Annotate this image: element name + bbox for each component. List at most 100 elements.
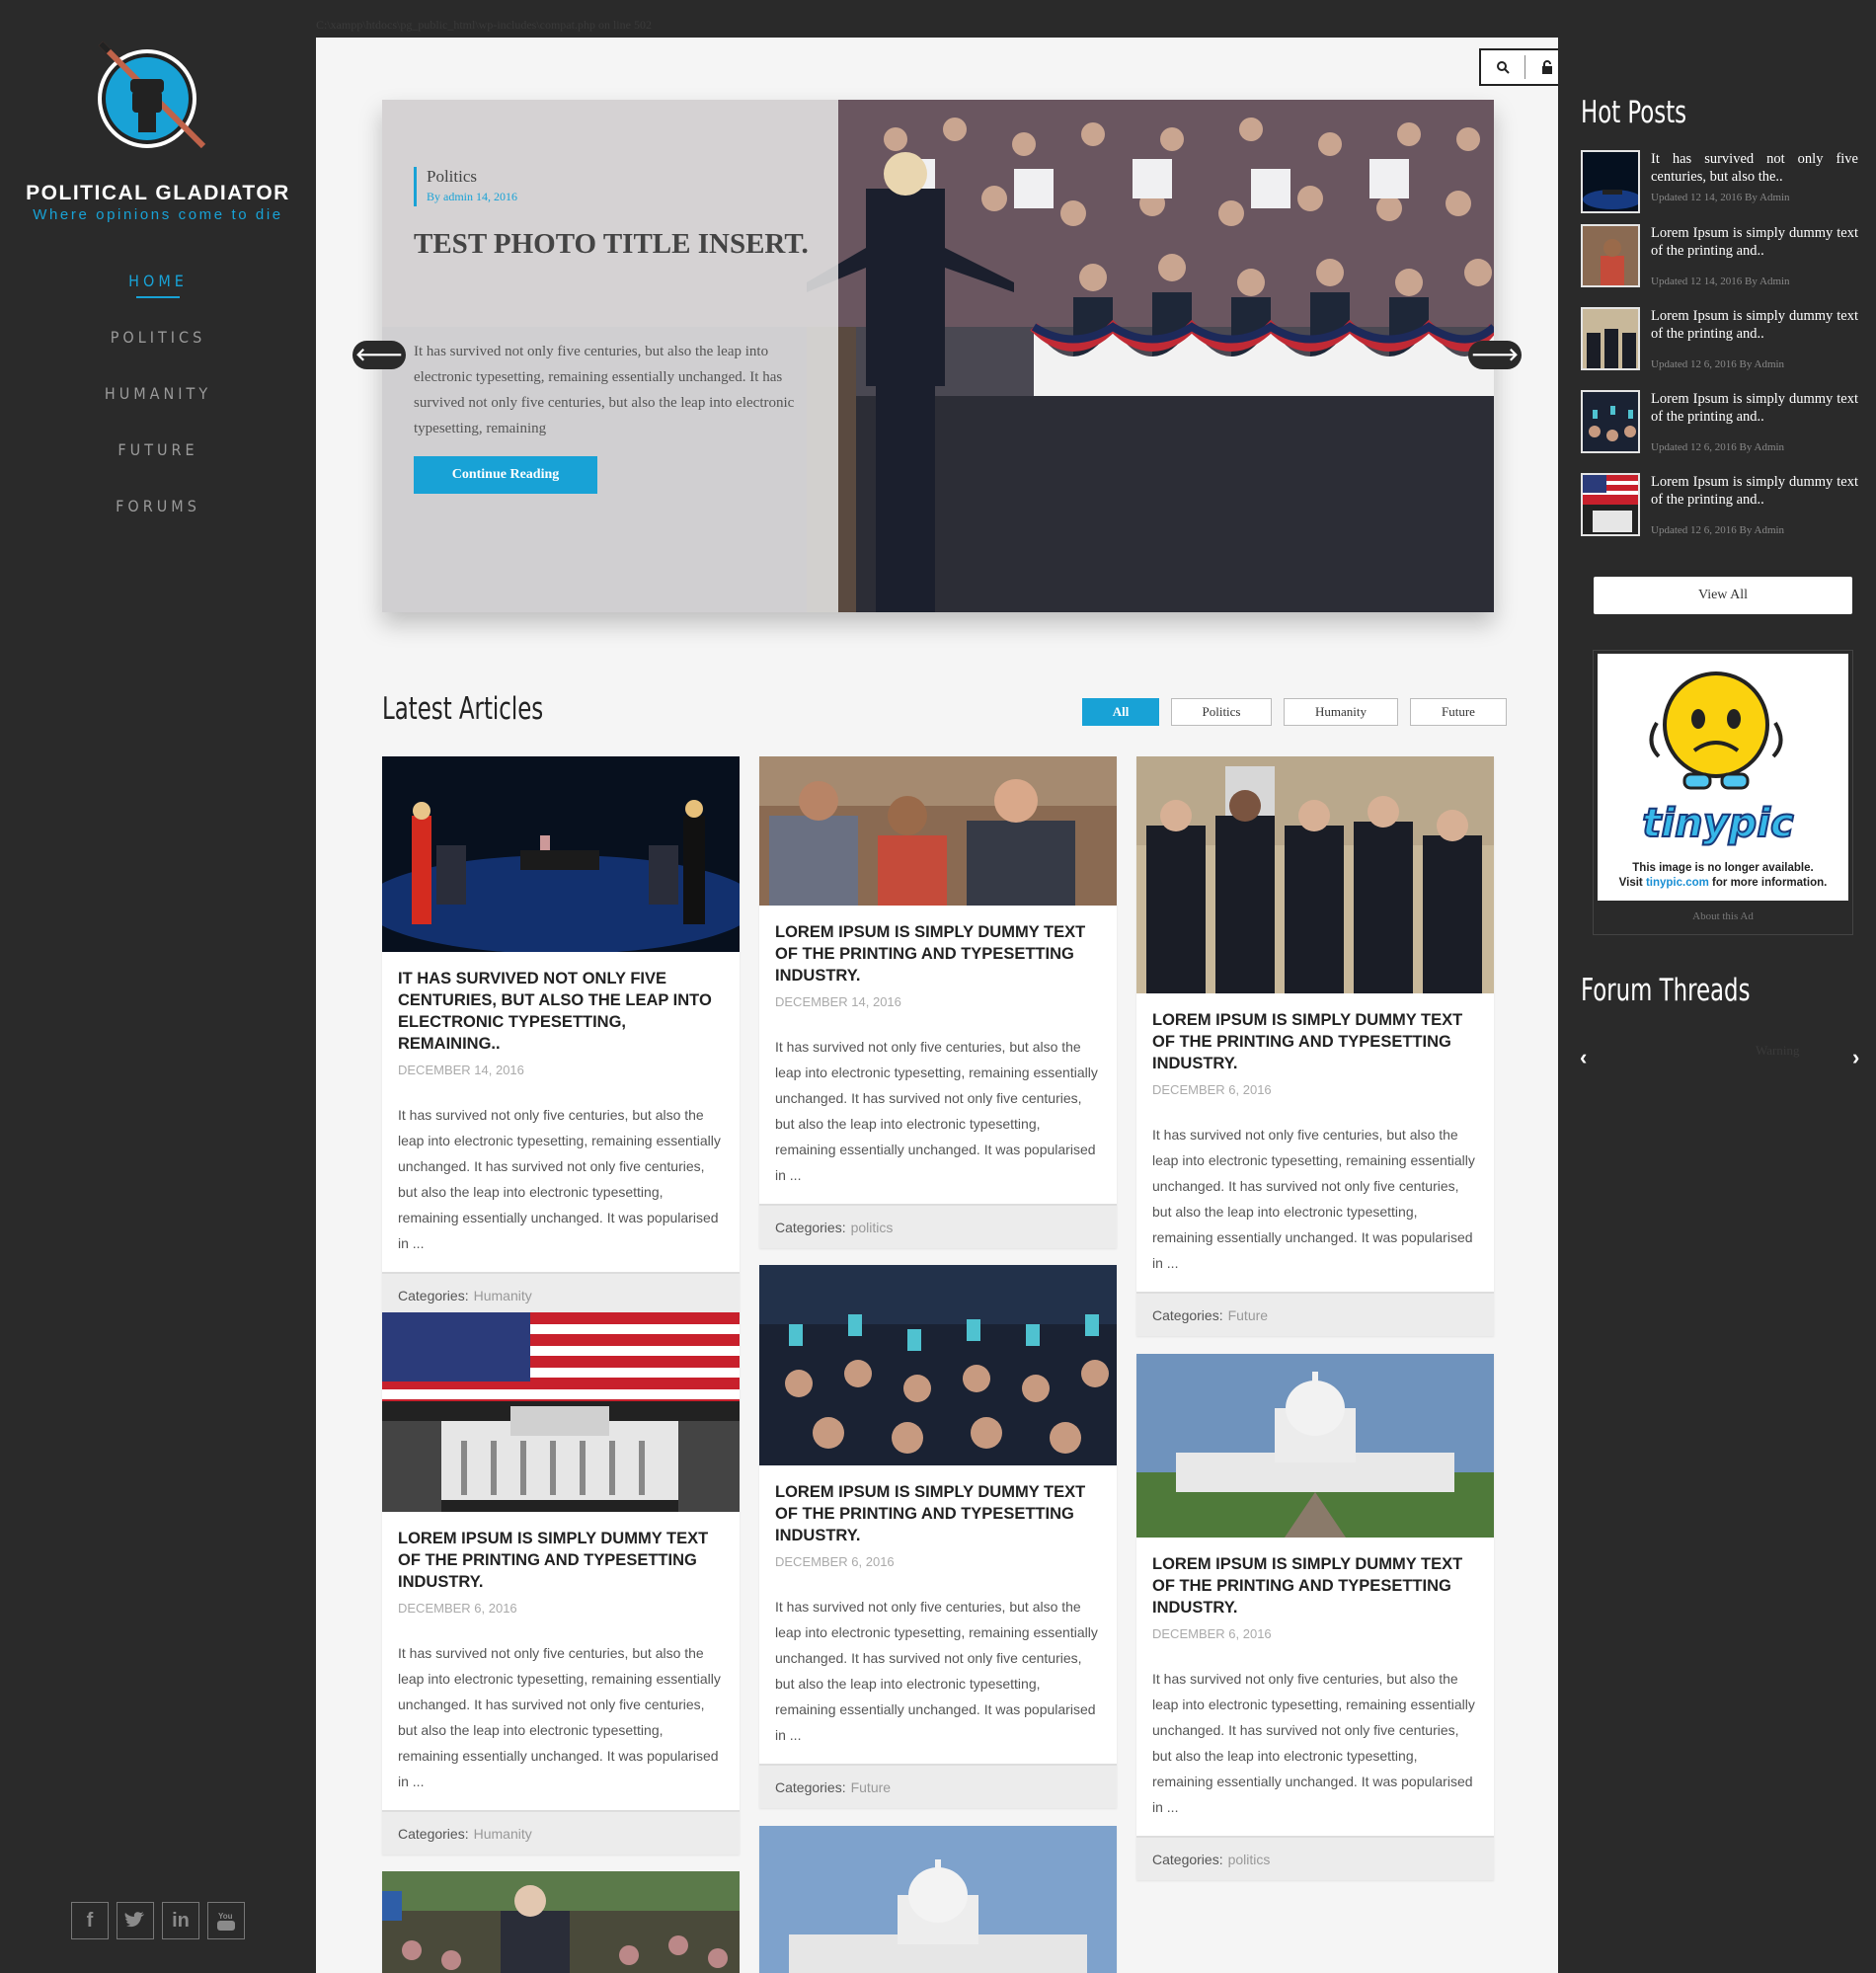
filter-humanity[interactable]: Humanity (1284, 698, 1398, 726)
article-title[interactable]: LOREM IPSUM IS SIMPLY DUMMY TEXT OF THE … (398, 1528, 724, 1593)
article-image[interactable] (382, 756, 740, 952)
article-card[interactable]: LOREM IPSUM IS SIMPLY DUMMY TEXT OF THE … (1136, 1354, 1494, 1880)
article-excerpt: It has survived not only five centuries,… (1152, 1671, 1475, 1815)
nav-item-forums[interactable]: FORUMS (0, 492, 316, 548)
article-title[interactable]: LOREM IPSUM IS SIMPLY DUMMY TEXT OF THE … (1152, 1553, 1478, 1618)
ad-image[interactable]: tinypic This image is no longer availabl… (1598, 654, 1848, 901)
nav-item-home[interactable]: HOME (0, 267, 316, 323)
forum-threads-heading: Forum Threads (1581, 973, 1751, 1008)
slide-excerpt: It has survived not only five centuries,… (414, 344, 795, 436)
article-image[interactable] (759, 756, 1117, 906)
hot-post-meta: Updated 12 14, 2016 By Admin (1651, 276, 1790, 287)
nav-label: HOME (128, 272, 188, 290)
arrow-right-icon: 🡒 (1470, 345, 1520, 364)
view-all-button[interactable]: View All (1594, 577, 1852, 614)
nav-item-humanity[interactable]: HUMANITY (0, 379, 316, 435)
slide-title[interactable]: TEST PHOTO TITLE INSERT. (414, 224, 809, 264)
hot-post-title[interactable]: Lorem Ipsum is simply dummy text of the … (1651, 473, 1858, 509)
article-card[interactable]: LOREM IPSUM IS SIMPLY DUMMY TEXT OF THE … (1136, 756, 1494, 1336)
article-excerpt: It has survived not only five centuries,… (1152, 1127, 1475, 1271)
article-date: DECEMBER 6, 2016 (775, 1554, 895, 1569)
main-nav: HOME POLITICS HUMANITY FUTURE FORUMS (0, 267, 316, 548)
hot-post-meta: Updated 12 6, 2016 By Admin (1651, 358, 1785, 370)
article-categories: Categories: Future (1136, 1292, 1494, 1336)
article-excerpt: It has survived not only five centuries,… (775, 1039, 1098, 1183)
twitter-icon[interactable] (117, 1902, 154, 1939)
article-card[interactable] (759, 1826, 1117, 1973)
article-title[interactable]: LOREM IPSUM IS SIMPLY DUMMY TEXT OF THE … (775, 921, 1101, 986)
article-title[interactable]: LOREM IPSUM IS SIMPLY DUMMY TEXT OF THE … (1152, 1009, 1478, 1074)
categories-label: Categories: (1152, 1851, 1223, 1867)
svg-text:Visit tinypic.com for more inf: Visit tinypic.com for more information. (1619, 877, 1828, 889)
hot-post-title[interactable]: Lorem Ipsum is simply dummy text of the … (1651, 307, 1858, 343)
hot-post-item[interactable]: Lorem Ipsum is simply dummy text of the … (1581, 473, 1859, 540)
article-card[interactable]: LOREM IPSUM IS SIMPLY DUMMY TEXT OF THE … (759, 756, 1117, 1248)
categories-label: Categories: (398, 1287, 469, 1303)
article-excerpt: It has survived not only five centuries,… (398, 1645, 721, 1789)
article-date: DECEMBER 6, 2016 (398, 1601, 517, 1616)
article-card[interactable] (382, 1871, 740, 1973)
filter-all[interactable]: All (1082, 698, 1159, 726)
nav-label: FORUMS (116, 497, 200, 515)
hot-post-title[interactable]: Lorem Ipsum is simply dummy text of the … (1651, 390, 1858, 426)
ad-link: tinypic.com (1646, 877, 1709, 889)
linkedin-icon[interactable]: in (162, 1902, 199, 1939)
article-card[interactable]: LOREM IPSUM IS SIMPLY DUMMY TEXT OF THE … (382, 1312, 740, 1855)
arrow-left-icon: 🡐 (354, 345, 404, 364)
chevron-right-icon: › (1852, 1045, 1860, 1069)
category-link[interactable]: Humanity (474, 1826, 532, 1842)
continue-reading-button[interactable]: Continue Reading (414, 456, 597, 494)
filter-politics[interactable]: Politics (1171, 698, 1272, 726)
facebook-icon[interactable]: f (71, 1902, 109, 1939)
article-date: DECEMBER 14, 2016 (775, 994, 901, 1009)
ad-brand: tinypic (1642, 801, 1794, 846)
ad-line-2-pre: Visit (1619, 877, 1646, 889)
article-card[interactable]: IT HAS SURVIVED NOT ONLY FIVE CENTURIES,… (382, 756, 740, 1316)
hot-post-meta: Updated 12 6, 2016 By Admin (1651, 441, 1785, 453)
slider-next-button[interactable]: 🡒 (1468, 341, 1522, 369)
nav-item-future[interactable]: FUTURE (0, 435, 316, 492)
hot-post-thumb[interactable] (1581, 473, 1640, 536)
hot-post-thumb[interactable] (1581, 224, 1640, 287)
category-link[interactable]: politics (851, 1220, 894, 1235)
category-link[interactable]: politics (1228, 1852, 1271, 1867)
hot-post-thumb[interactable] (1581, 307, 1640, 370)
categories-label: Categories: (1152, 1306, 1223, 1323)
hot-post-title[interactable]: Lorem Ipsum is simply dummy text of the … (1651, 224, 1858, 260)
article-image[interactable] (759, 1826, 1117, 1973)
slider-caption-panel: Politics By admin 14, 2016 TEST PHOTO TI… (382, 100, 838, 612)
about-ad-link[interactable]: About this Ad (1593, 910, 1853, 922)
article-image[interactable] (382, 1871, 740, 1973)
hot-post-meta: Updated 12 14, 2016 By Admin (1651, 192, 1790, 203)
article-title[interactable]: IT HAS SURVIVED NOT ONLY FIVE CENTURIES,… (398, 968, 724, 1055)
slider-prev-button[interactable]: 🡐 (352, 341, 406, 369)
article-title[interactable]: LOREM IPSUM IS SIMPLY DUMMY TEXT OF THE … (775, 1481, 1101, 1546)
logo-icon[interactable] (93, 39, 211, 158)
nav-label: FUTURE (117, 440, 198, 459)
hot-post-thumb[interactable] (1581, 150, 1640, 213)
latest-articles-heading: Latest Articles (382, 691, 544, 727)
categories-label: Categories: (775, 1219, 846, 1235)
slide-meta: By admin 14, 2016 (427, 190, 517, 203)
forum-prev-button[interactable]: ‹ (1580, 1045, 1587, 1070)
article-image[interactable] (1136, 756, 1494, 993)
article-image[interactable] (1136, 1354, 1494, 1538)
forum-next-button[interactable]: › (1852, 1045, 1859, 1070)
hot-post-item[interactable]: Lorem Ipsum is simply dummy text of the … (1581, 224, 1859, 291)
hot-post-thumb[interactable] (1581, 390, 1640, 453)
category-link[interactable]: Future (1228, 1307, 1268, 1323)
hot-post-item[interactable]: It has survived not only five centuries,… (1581, 150, 1859, 217)
hot-post-title[interactable]: It has survived not only five centuries,… (1651, 150, 1858, 186)
article-image[interactable] (759, 1265, 1117, 1465)
hot-post-item[interactable]: Lorem Ipsum is simply dummy text of the … (1581, 390, 1859, 457)
hot-post-item[interactable]: Lorem Ipsum is simply dummy text of the … (1581, 307, 1859, 374)
search-button[interactable] (1481, 55, 1525, 79)
category-link[interactable]: Humanity (474, 1288, 532, 1303)
slide-category[interactable]: Politics (427, 167, 477, 187)
nav-item-politics[interactable]: POLITICS (0, 323, 316, 379)
filter-future[interactable]: Future (1410, 698, 1507, 726)
article-image[interactable] (382, 1312, 740, 1512)
youtube-icon[interactable]: You (207, 1902, 245, 1939)
category-link[interactable]: Future (851, 1779, 891, 1795)
article-card[interactable]: LOREM IPSUM IS SIMPLY DUMMY TEXT OF THE … (759, 1265, 1117, 1808)
